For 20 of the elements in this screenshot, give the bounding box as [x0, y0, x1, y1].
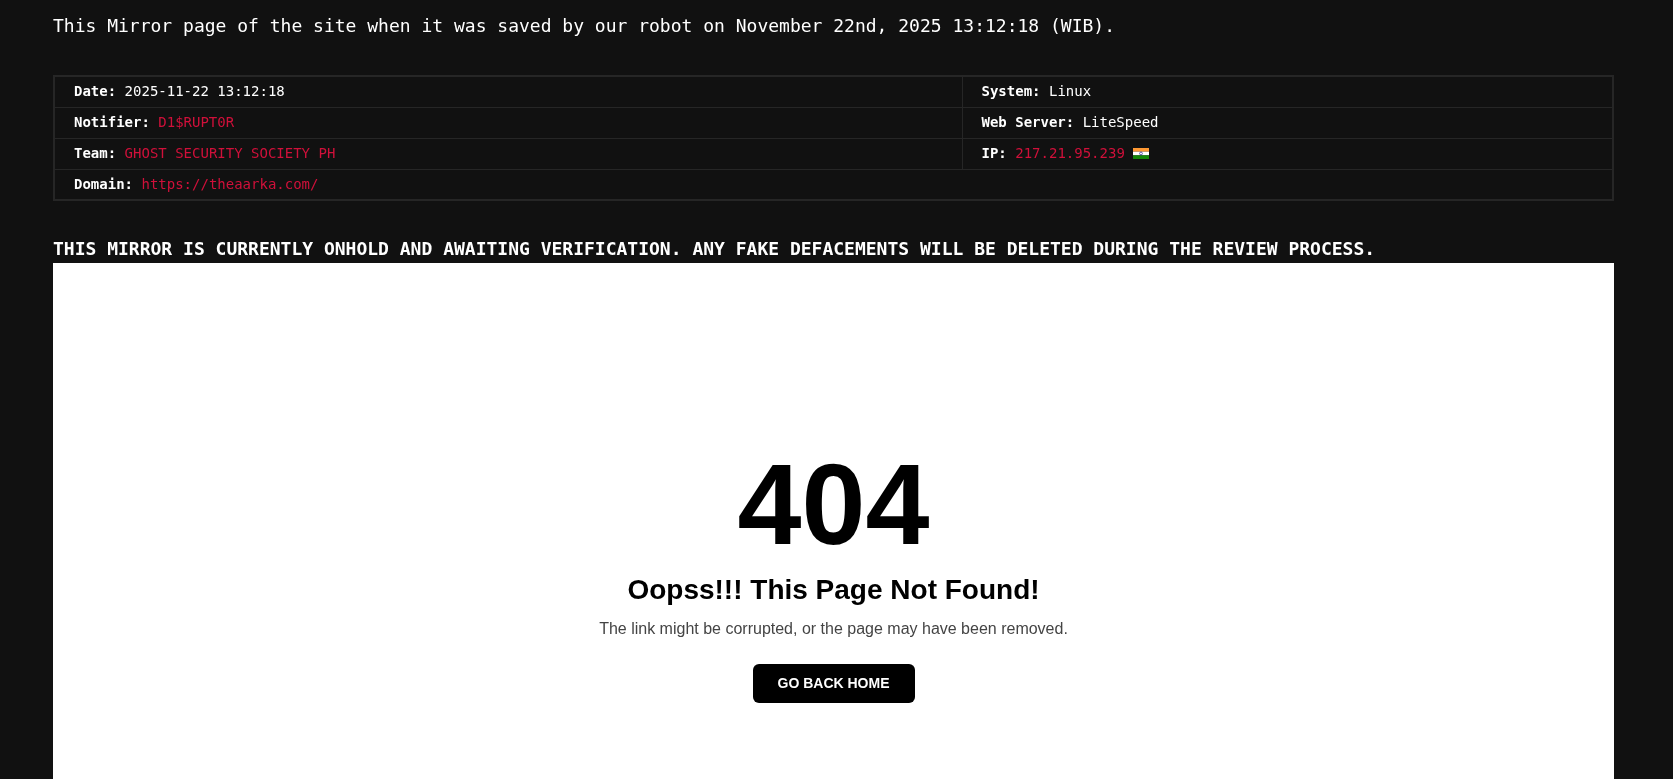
field-value: LiteSpeed: [1082, 114, 1159, 130]
error-message: The link might be corrupted, or the page may have been removed.: [599, 619, 1068, 639]
field-link[interactable]: D1$RUPT0R: [158, 114, 235, 130]
home-button[interactable]: GO BACK HOME: [752, 664, 915, 703]
field-link[interactable]: GHOST SECURITY SOCIETY PH: [124, 145, 336, 161]
field-label: Team:: [74, 145, 117, 161]
field-link[interactable]: https://theaarka.com/: [141, 175, 319, 192]
field-label: Notifier:: [74, 114, 150, 130]
field-label: System:: [981, 83, 1041, 100]
field-link[interactable]: 217.21.95.239: [1015, 145, 1125, 161]
verification-notice: THIS MIRROR IS CURRENTLY ONHOLD AND AWAITING VERIFICATION. ANY FAKE DEFACEMENTS WILL BE DELETED DURING THE REVIEW PROCESS.: [53, 237, 1376, 261]
error-code: 404: [737, 447, 930, 562]
field-label: Web Server:: [981, 114, 1075, 130]
field-value: Linux: [1048, 83, 1092, 100]
error-heading: Oopss!!! This Page Not Found!: [627, 573, 1040, 607]
field-value: 2025-11-22 13:12:18: [124, 83, 285, 100]
field-label: Date:: [74, 83, 117, 100]
field-label: Domain:: [74, 175, 133, 192]
mirror-notice: This Mirror page of the site when it was saved by our robot on November 22nd, 2025 13:12:18 (WIB).: [53, 14, 1116, 38]
field-label: IP:: [981, 145, 1007, 161]
